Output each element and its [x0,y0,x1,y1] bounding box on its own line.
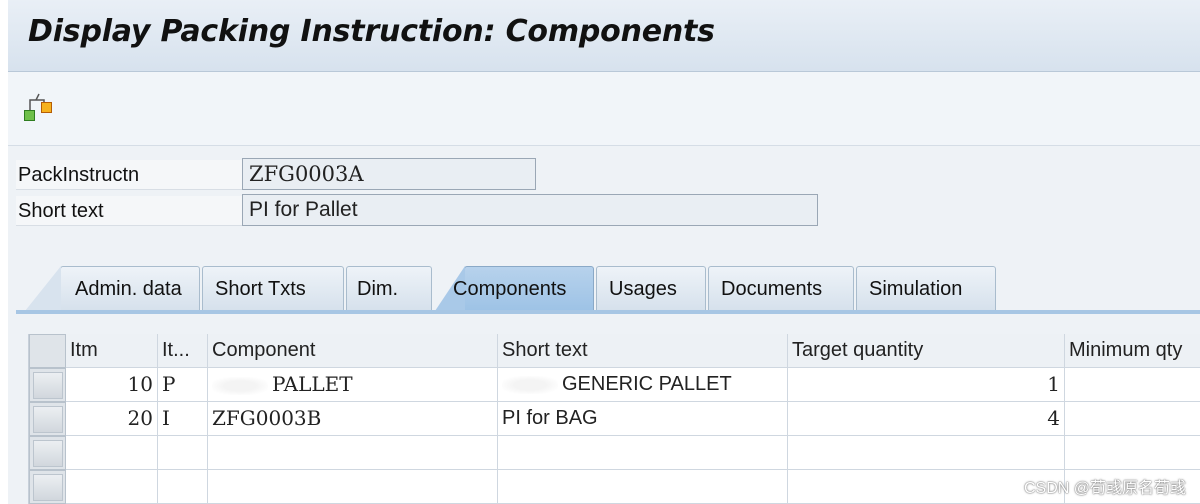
cell-itm[interactable]: 20 [66,402,158,436]
cell-short-text-text: GENERIC PALLET [562,373,732,395]
cell-short-text[interactable] [498,470,788,504]
table-row[interactable] [29,436,1200,470]
row-selector-button [33,440,63,467]
cell-component[interactable] [208,470,498,504]
cell-item-type[interactable] [158,470,208,504]
col-header-target-qty[interactable]: Target quantity [788,334,1065,368]
tab-label: Simulation [869,278,963,300]
tab-short-txts[interactable]: Short Txts [202,266,344,310]
redacted-area [502,375,558,394]
cell-component[interactable]: ZFG0003B [208,402,498,436]
tab-dim[interactable]: Dim. [346,266,432,310]
page-title: Display Packing Instruction: Components [28,14,715,49]
tab-label: Dim. [357,278,399,300]
tab-components[interactable]: Components [435,266,594,311]
tab-label: Admin. data [75,278,182,300]
col-header-itm[interactable]: Itm [66,334,158,368]
row-selector-button [33,474,63,501]
cell-item-type[interactable]: P [158,368,208,402]
tab-label: Usages [609,278,677,300]
pack-instr-label: PackInstructn [16,160,242,190]
redacted-area [212,376,268,395]
pack-instr-field[interactable]: ZFG0003A [242,158,536,190]
cell-itm[interactable] [66,436,158,470]
cell-short-text[interactable]: GENERIC PALLET [498,368,788,402]
table-row[interactable]: 20 I ZFG0003B PI for BAG 4 [29,402,1200,436]
cell-target-qty[interactable] [788,436,1065,470]
tab-usages[interactable]: Usages [596,266,706,310]
col-header-component[interactable]: Component [208,334,498,368]
cell-min-qty[interactable] [1065,368,1200,402]
cell-component[interactable] [208,436,498,470]
cell-component[interactable]: PALLET [208,368,498,402]
cell-itm[interactable]: 10 [66,368,158,402]
tab-documents[interactable]: Documents [708,266,854,310]
cell-target-qty[interactable]: 1 [788,368,1065,402]
content-area: PackInstructn ZFG0003A Short text PI for… [8,146,1200,504]
short-text-field[interactable]: PI for Pallet [242,194,818,226]
tab-simulation[interactable]: Simulation [856,266,996,310]
col-header-item-type[interactable]: It... [158,334,208,368]
cell-min-qty[interactable] [1065,402,1200,436]
tab-label: Short Txts [215,278,306,300]
short-text-label: Short text [16,196,242,226]
cell-short-text[interactable] [498,436,788,470]
green-node [24,110,35,121]
toolbar [8,72,1200,146]
row-selector[interactable] [29,436,66,470]
row-selector[interactable] [29,470,66,504]
cell-item-type[interactable]: I [158,402,208,436]
col-header-short-text[interactable]: Short text [498,334,788,368]
table-row[interactable]: 10 P PALLET GENERIC PALLET 1 [29,368,1200,402]
select-all-cell[interactable] [29,334,66,368]
cell-target-qty[interactable]: 4 [788,402,1065,436]
tab-admin-data[interactable]: Admin. data [25,266,200,311]
tab-strip: Admin. data Short Txts Dim. Components U… [25,266,1198,312]
cell-min-qty[interactable] [1065,436,1200,470]
col-header-min-qty[interactable]: Minimum qty [1065,334,1200,368]
cell-itm[interactable] [66,470,158,504]
tab-underline [16,310,1200,314]
row-selector-button [33,406,63,433]
hierarchy-icon[interactable] [22,90,54,122]
watermark: CSDN @荀彧原名荀彧 [1023,480,1186,497]
cell-item-type[interactable] [158,436,208,470]
row-selector-button [33,372,63,399]
row-selector[interactable] [29,402,66,436]
title-bar: Display Packing Instruction: Components [8,0,1200,72]
row-selector[interactable] [29,368,66,402]
cell-short-text[interactable]: PI for BAG [498,402,788,436]
orange-node [41,102,52,113]
cell-component-text: PALLET [272,372,353,396]
tab-label: Documents [721,278,823,300]
table-header: Itm It... Component Short text Target qu… [29,334,1200,368]
tab-label: Components [453,278,567,300]
